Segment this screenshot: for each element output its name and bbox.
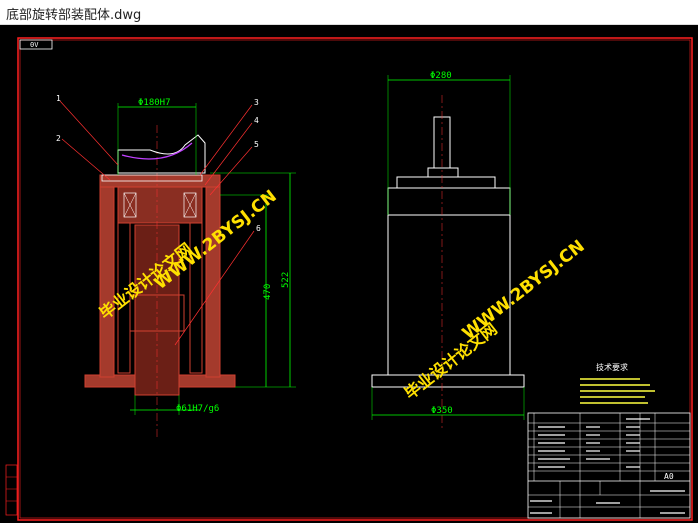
dim-bottom-text: Φ61H7/g6 [176, 404, 219, 414]
tech-requirements: 技术要求 [580, 362, 655, 404]
rotating-arm [117, 134, 206, 174]
side-collar [396, 176, 496, 189]
bearing-block [117, 186, 203, 224]
side-view[interactable]: Φ280 Φ350 [371, 71, 525, 430]
watermark-text: 毕业设计论文网 [401, 319, 501, 403]
sheet-size-label: A0 [664, 472, 674, 481]
tech-req-title: 技术要求 [596, 362, 628, 372]
parts-list-frame [527, 412, 691, 519]
dim-522-text: 522 [281, 272, 291, 288]
drawing-frame [17, 37, 693, 521]
balloon-5: 5 [254, 140, 259, 149]
window-titlebar: 底部旋转部装配体.dwg [0, 0, 698, 25]
balloon-3: 3 [254, 98, 259, 107]
view-tag: 0V [30, 41, 39, 49]
window-title: 底部旋转部装配体.dwg [6, 8, 142, 23]
side-base [371, 374, 525, 388]
dim-280-text: Φ280 [430, 71, 452, 81]
balloon-4: 4 [254, 116, 259, 125]
housing-left-wall [99, 184, 115, 378]
housing-right-wall [205, 184, 221, 378]
balloon-6: 6 [256, 224, 261, 233]
leader-3 [199, 104, 253, 176]
dim-470-text: 470 [263, 284, 273, 300]
leader-1 [59, 100, 119, 166]
cad-drawing[interactable]: 0V Φ180H7 Φ61H7/g6 470 522 1 2 3 4 5 6 Φ… [0, 25, 698, 523]
dim-350-text: Φ350 [431, 406, 453, 416]
left-margin-strip [5, 464, 18, 516]
inner-frame [19, 39, 691, 519]
watermark-group-right: WWW.2BYSJ.CN 毕业设计论文网 [401, 236, 589, 403]
cad-viewport[interactable]: 0V Φ180H7 Φ61H7/g6 470 522 1 2 3 4 5 6 Φ… [0, 25, 698, 523]
title-block[interactable]: A0 [527, 412, 691, 519]
dim-top-text: Φ180H7 [138, 98, 171, 108]
leader-2 [61, 138, 111, 181]
balloon-2: 2 [56, 134, 61, 143]
side-hub [427, 167, 459, 178]
side-top-plate [387, 187, 511, 216]
leader-5 [209, 146, 253, 196]
balloon-1: 1 [56, 94, 61, 103]
leader-4 [204, 122, 253, 186]
